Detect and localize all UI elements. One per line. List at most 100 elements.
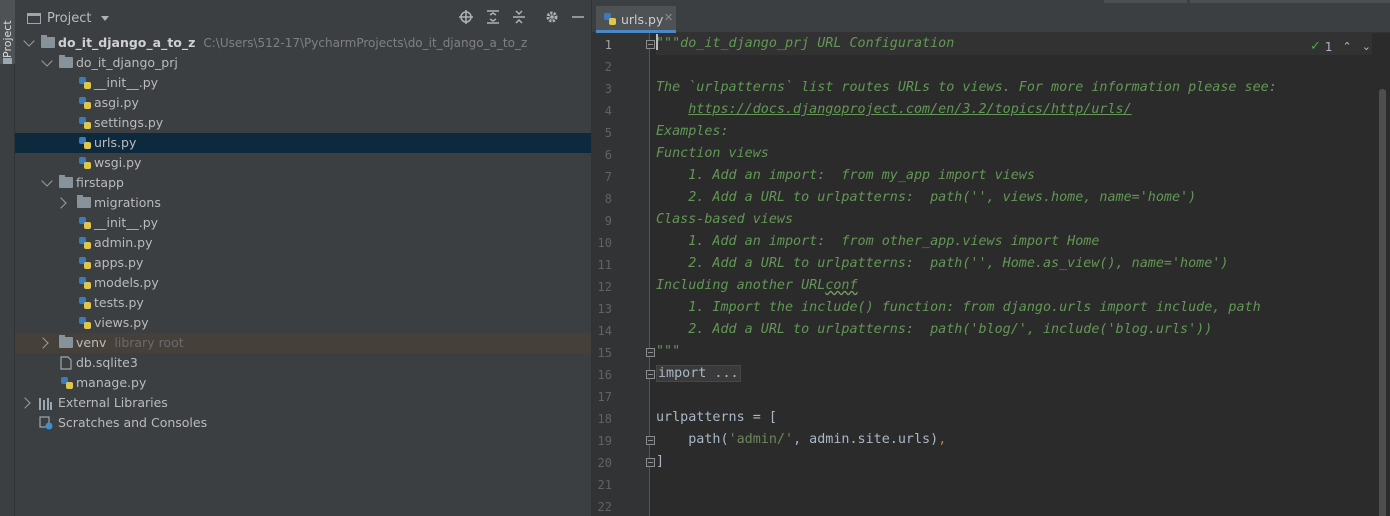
tree-item-label: do_it_django_prj — [76, 55, 178, 70]
tab-urls-py[interactable]: urls.py ✕ — [596, 6, 676, 33]
tree-item-label: __init__.py — [94, 215, 159, 230]
fold-toggle-icon[interactable] — [646, 436, 655, 445]
line-number: 22 — [597, 500, 612, 514]
tree-item-file[interactable]: __init__.py — [15, 213, 591, 233]
code-editor: urls.py ✕ 1 2 3 4 5 6 7 8 9 10 11 12 13 … — [592, 0, 1390, 516]
line-number: 12 — [597, 280, 612, 294]
chevron-right-icon[interactable] — [37, 337, 49, 349]
tree-item-folder[interactable]: migrations — [15, 193, 591, 213]
tree-item-project-root[interactable]: do_it_django_a_to_z C:\Users\512-17\Pych… — [15, 33, 591, 53]
tree-item-file[interactable]: settings.py — [15, 113, 591, 133]
tree-item-file[interactable]: views.py — [15, 313, 591, 333]
code-line: The `urlpatterns` list routes URLs to vi… — [656, 80, 1277, 95]
chevron-down-icon[interactable] — [41, 175, 53, 187]
close-icon[interactable]: ✕ — [664, 11, 673, 24]
tree-item-external-libraries[interactable]: External Libraries — [15, 393, 591, 413]
code-line: Function views — [656, 146, 769, 161]
string-literal: 'admin/' — [728, 432, 794, 447]
tree-item-file[interactable]: __init__.py — [15, 73, 591, 93]
line-number: 19 — [597, 434, 612, 448]
tree-item-file-selected[interactable]: urls.py — [15, 133, 591, 153]
code-line: 2. Add a URL to urlpatterns: path('blog/… — [656, 322, 1213, 337]
tree-item-label: migrations — [94, 195, 161, 210]
tree-item-file[interactable]: models.py — [15, 273, 591, 293]
chevron-down-icon[interactable] — [23, 35, 35, 47]
code-line: import ... — [656, 363, 741, 385]
line-number: 15 — [597, 346, 612, 360]
tool-window-strip: Project — [0, 0, 15, 516]
code-text: """do_it_django_prj URL Configuration — [656, 36, 955, 51]
docs-link[interactable]: https://docs.djangoproject.com/en/3.2/to… — [688, 102, 1131, 117]
project-tool-tab[interactable]: Project — [0, 0, 15, 64]
line-number: 14 — [597, 324, 612, 338]
code-area[interactable]: """do_it_django_prj URL Configuration Th… — [656, 33, 1372, 516]
tree-item-label: venv — [76, 335, 107, 350]
code-line: path('admin/', admin.site.urls), — [656, 429, 946, 451]
tree-item-path: C:\Users\512-17\PycharmProjects\do_it_dj… — [203, 36, 528, 50]
folder-icon — [41, 35, 55, 48]
tree-item-file[interactable]: wsgi.py — [15, 153, 591, 173]
project-panel-title: Project — [47, 11, 92, 26]
line-number: 3 — [604, 82, 612, 96]
collapse-all-icon[interactable] — [511, 10, 527, 26]
project-view-icon — [27, 13, 41, 24]
line-number: 2 — [604, 60, 612, 74]
folder-icon — [59, 335, 73, 348]
expand-all-icon[interactable] — [485, 10, 501, 26]
chevron-right-icon[interactable] — [55, 197, 67, 209]
project-tool-tab-label: Project — [1, 20, 14, 58]
tree-item-file[interactable]: admin.py — [15, 233, 591, 253]
tree-item-file[interactable]: db.sqlite3 — [15, 353, 591, 373]
fold-toggle-icon[interactable] — [646, 40, 655, 49]
tree-item-label: firstapp — [76, 175, 124, 190]
tree-item-folder[interactable]: do_it_django_prj — [15, 53, 591, 73]
scratches-icon — [39, 416, 53, 436]
scrollbar-thumb[interactable] — [1379, 89, 1386, 516]
tree-item-scratches[interactable]: Scratches and Consoles — [15, 413, 591, 436]
code-line: Examples: — [656, 124, 729, 139]
gear-icon[interactable] — [544, 10, 560, 26]
vertical-scrollbar[interactable] — [1372, 33, 1390, 516]
project-view-selector[interactable]: Project — [27, 11, 110, 26]
folded-imports[interactable]: import ... — [656, 365, 741, 382]
tree-item-label: tests.py — [94, 295, 144, 310]
tree-item-file[interactable]: tests.py — [15, 293, 591, 313]
chevron-down-icon[interactable]: ⌄ — [1362, 40, 1371, 53]
hide-panel-icon[interactable] — [570, 10, 586, 26]
tree-item-label: db.sqlite3 — [76, 355, 138, 370]
folder-icon — [3, 58, 12, 64]
code-line: Class-based views — [656, 212, 794, 227]
inspection-widget[interactable]: ✓ 1 ⌃ ⌄ — [1310, 39, 1371, 54]
chevron-down-icon[interactable] — [41, 55, 53, 67]
tree-item-label: do_it_django_a_to_z — [58, 35, 196, 50]
tree-item-label: views.py — [94, 315, 149, 330]
toolbar-edge — [1190, 0, 1390, 3]
line-number: 21 — [597, 478, 612, 492]
chevron-up-icon[interactable]: ⌃ — [1343, 40, 1352, 53]
checkmark-icon: ✓ — [1310, 39, 1321, 54]
tree-item-label: apps.py — [94, 255, 144, 270]
tree-item-label: manage.py — [76, 375, 147, 390]
line-number-gutter: 1 2 3 4 5 6 7 8 9 10 11 12 13 14 15 16 1… — [592, 33, 655, 516]
tree-item-file[interactable]: asgi.py — [15, 93, 591, 113]
chevron-down-icon — [101, 16, 110, 21]
tree-item-file[interactable]: apps.py — [15, 253, 591, 273]
library-root-hint: library root — [114, 335, 184, 350]
fold-toggle-icon[interactable] — [646, 458, 655, 467]
chevron-right-icon[interactable] — [19, 397, 31, 409]
tree-item-file[interactable]: manage.py — [15, 373, 591, 393]
code-line: 2. Add a URL to urlpatterns: path('', Ho… — [656, 256, 1229, 271]
line-number: 5 — [604, 126, 612, 140]
tree-item-label: __init__.py — [94, 75, 159, 90]
fold-toggle-icon[interactable] — [646, 348, 655, 357]
tree-item-venv[interactable]: venv library root — [15, 333, 591, 353]
tree-item-folder[interactable]: firstapp — [15, 173, 591, 193]
fold-toggle-icon[interactable] — [646, 370, 655, 379]
code-text: Including another URL — [656, 278, 826, 293]
project-tree: do_it_django_a_to_z C:\Users\512-17\Pych… — [15, 33, 591, 436]
code-text: path( — [656, 432, 729, 447]
line-number: 10 — [597, 236, 612, 250]
locate-file-icon[interactable] — [458, 10, 474, 26]
line-number: 9 — [604, 214, 612, 228]
tree-item-label: admin.py — [94, 235, 153, 250]
